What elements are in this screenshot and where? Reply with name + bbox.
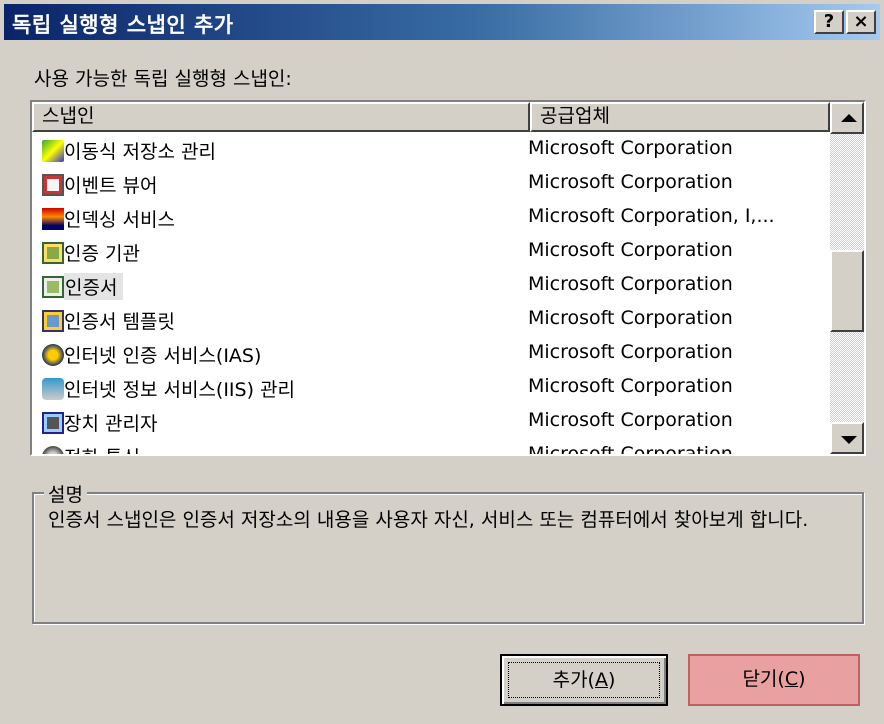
arrow-down-icon [841,436,857,444]
window-title: 독립 실행형 스냅인 추가 [12,13,234,37]
snapin-vendor: Microsoft Corporation [528,171,733,193]
snapin-vendor: Microsoft Corporation [528,375,733,397]
list-item[interactable]: 전화 통신 Microsoft Corporation [32,440,830,456]
snapin-vendor: Microsoft Corporation [528,341,733,363]
snapin-vendor: Microsoft Corporation [528,409,733,431]
close-window-button[interactable]: × [846,10,876,34]
telephony-icon [42,446,64,454]
available-snapins-label: 사용 가능한 독립 실행형 스냅인: [34,68,292,90]
snapin-vendor: Microsoft Corporation [528,307,733,329]
certificate-templates-icon [42,310,64,332]
close-button[interactable]: 닫기(C) [688,654,860,706]
snapin-vendor: Microsoft Corporation [528,137,733,159]
list-item[interactable]: 인증서 Microsoft Corporation [32,270,830,304]
snapin-vendor: Microsoft Corporation [528,443,733,456]
arrow-up-icon [841,114,857,122]
scrollbar-thumb[interactable] [830,250,864,332]
snapin-list[interactable]: 스냅인 공급업체 이동식 저장소 관리 Microsoft Corporation… [30,100,866,456]
column-header-snapin[interactable]: 스냅인 [32,102,530,132]
snapin-name: 전화 통신 [64,443,140,454]
list-item[interactable]: 인증서 템플릿 Microsoft Corporation [32,304,830,338]
list-item[interactable]: 장치 관리자 Microsoft Corporation [32,406,830,440]
event-viewer-icon [42,174,64,196]
snapin-vendor: Microsoft Corporation [528,273,733,295]
snapin-vendor: Microsoft Corporation, I,... [528,205,775,227]
snapin-name: 인터넷 인증 서비스(IAS) [64,345,262,367]
device-manager-icon [42,412,64,434]
ias-icon [42,344,64,366]
scroll-down-button[interactable] [830,422,864,454]
snapin-name: 인덱싱 서비스 [64,209,175,231]
add-standalone-snapin-dialog: 독립 실행형 스냅인 추가 ? × 사용 가능한 독립 실행형 스냅인: 스냅인… [0,0,884,724]
snapin-name: 인터넷 정보 서비스(IIS) 관리 [64,379,296,401]
certificates-icon [42,276,64,298]
list-item[interactable]: 인터넷 정보 서비스(IIS) 관리 Microsoft Corporation [32,372,830,406]
snapin-name: 인증서 템플릿 [64,311,175,333]
list-item[interactable]: 인덱싱 서비스 Microsoft Corporation, I,... [32,202,830,236]
description-text: 인증서 스냅인은 인증서 저장소의 내용을 사용자 자신, 서비스 또는 컴퓨터… [48,509,809,531]
title-bar[interactable]: 독립 실행형 스냅인 추가 ? × [4,4,880,40]
removable-storage-icon [42,140,64,162]
add-button-label: 추가(A) [508,662,660,698]
list-item[interactable]: 인터넷 인증 서비스(IAS) Microsoft Corporation [32,338,830,372]
scroll-up-button[interactable] [830,102,864,134]
list-item[interactable]: 이동식 저장소 관리 Microsoft Corporation [32,134,830,168]
snapin-name: 이벤트 뷰어 [64,175,158,197]
vertical-scrollbar[interactable] [830,102,864,454]
certificate-authority-icon [42,242,64,264]
snapin-name: 이동식 저장소 관리 [64,141,216,163]
list-item[interactable]: 이벤트 뷰어 Microsoft Corporation [32,168,830,202]
snapin-vendor: Microsoft Corporation [528,239,733,261]
indexing-service-icon [42,208,64,230]
help-button[interactable]: ? [814,10,844,34]
snapin-name: 장치 관리자 [64,413,158,435]
snapin-name: 인증서 [64,273,124,300]
snapin-name: 인증 기관 [64,243,140,265]
description-label: 설명 [44,480,87,507]
column-header-vendor[interactable]: 공급업체 [530,102,830,132]
add-button[interactable]: 추가(A) [500,654,668,706]
iis-icon [42,378,64,400]
list-item[interactable]: 인증 기관 Microsoft Corporation [32,236,830,270]
